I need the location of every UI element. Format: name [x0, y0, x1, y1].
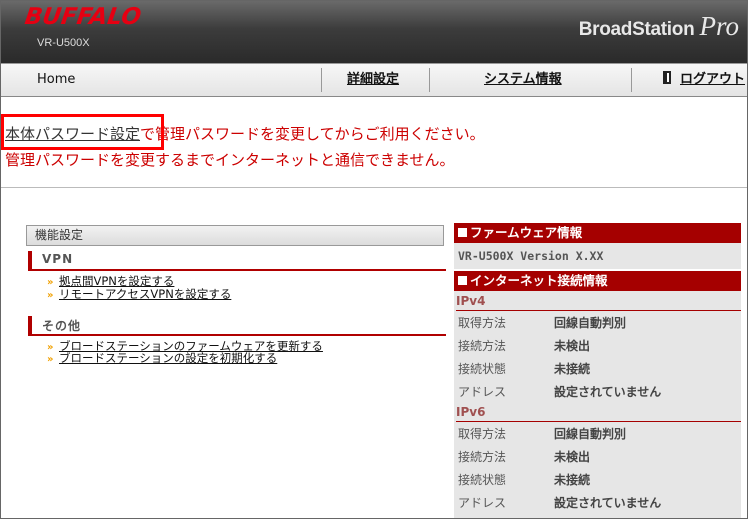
ipv4-row-address: アドレス 設定されていません — [456, 381, 741, 403]
warning-text-2: 管理パスワードを変更するまでインターネットと通信できません。 — [5, 151, 455, 169]
nav-divider — [631, 68, 632, 92]
row-key: 接続状態 — [458, 473, 507, 487]
row-value: 設定されていません — [554, 496, 662, 510]
square-bullet-icon — [458, 276, 467, 285]
link-label: リモートアクセスVPNを設定する — [59, 287, 232, 301]
row-value: 未検出 — [554, 450, 591, 464]
row-value: 未検出 — [554, 339, 591, 353]
double-arrow-icon: » — [47, 354, 54, 365]
row-key: アドレス — [458, 496, 507, 510]
nav-divider — [429, 68, 430, 92]
ipv4-row-method: 取得方法 回線自動判別 — [456, 312, 741, 334]
ipv6-label: IPv6 — [456, 405, 741, 422]
row-key: 接続状態 — [458, 362, 507, 376]
square-bullet-icon — [458, 228, 467, 237]
row-value: 未接続 — [554, 362, 591, 376]
brand-main: BroadStation — [578, 19, 695, 40]
ipv6-row-address: アドレス 設定されていません — [456, 492, 741, 514]
brand-pro: Pro — [699, 11, 740, 41]
internet-info-header: インターネット接続情報 — [454, 271, 741, 291]
row-key: 接続方法 — [458, 339, 507, 353]
remote-access-vpn-link[interactable]: » リモートアクセスVPNを設定する — [47, 286, 231, 302]
row-value: 設定されていません — [554, 385, 662, 399]
header-banner: BUFFALO VR-U500X BroadStation Pro — [1, 1, 747, 63]
section-vpn: VPN — [28, 251, 446, 271]
firmware-info-title: ファームウェア情報 — [470, 225, 583, 240]
section-other: その他 — [28, 316, 446, 336]
function-settings-header: 機能設定 — [26, 225, 444, 246]
section-bar — [28, 251, 32, 269]
firmware-info-box: VR-U500X Version X.XX — [454, 243, 741, 269]
nav-divider — [321, 68, 322, 92]
buffalo-logo: BUFFALO — [23, 4, 143, 30]
section-title: VPN — [42, 252, 74, 266]
ipv4-label: IPv4 — [456, 294, 741, 311]
row-key: 取得方法 — [458, 427, 507, 441]
row-key: アドレス — [458, 385, 507, 399]
section-title: その他 — [42, 319, 82, 333]
ipv6-row-connection-method: 接続方法 未検出 — [456, 446, 741, 468]
nav-system-info[interactable]: システム情報 — [484, 64, 562, 96]
logout-icon[interactable] — [663, 64, 672, 96]
ipv4-row-connection-method: 接続方法 未検出 — [456, 335, 741, 357]
row-key: 接続方法 — [458, 450, 507, 464]
row-value: 回線自動判別 — [554, 427, 627, 441]
row-value: 回線自動判別 — [554, 316, 627, 330]
double-arrow-icon: » — [47, 290, 54, 301]
ipv4-row-status: 接続状態 未接続 — [456, 358, 741, 380]
browser-page: BUFFALO VR-U500X BroadStation Pro Home 詳… — [0, 0, 748, 519]
broadstation-pro-logo: BroadStation Pro — [579, 11, 739, 42]
ipv6-row-status: 接続状態 未接続 — [456, 469, 741, 491]
ipv6-row-method: 取得方法 回線自動判別 — [456, 423, 741, 445]
nav-advanced-settings[interactable]: 詳細設定 — [347, 64, 399, 96]
row-key: 取得方法 — [458, 316, 507, 330]
nav-bar: Home 詳細設定 システム情報 ログアウト — [1, 63, 747, 97]
highlight-box — [1, 114, 164, 150]
nav-logout[interactable]: ログアウト — [680, 64, 745, 96]
firmware-info-header: ファームウェア情報 — [454, 223, 741, 243]
firmware-version: VR-U500X Version X.XX — [458, 249, 604, 263]
section-bar — [28, 316, 32, 334]
warning-text-1: で管理パスワードを変更してからご利用ください。 — [140, 125, 485, 143]
link-label: ブロードステーションの設定を初期化する — [59, 351, 278, 365]
model-name: VR-U500X — [37, 37, 90, 49]
nav-home[interactable]: Home — [37, 64, 75, 96]
factory-reset-link[interactable]: » ブロードステーションの設定を初期化する — [47, 350, 277, 366]
internet-info-title: インターネット接続情報 — [470, 273, 608, 288]
row-value: 未接続 — [554, 473, 591, 487]
